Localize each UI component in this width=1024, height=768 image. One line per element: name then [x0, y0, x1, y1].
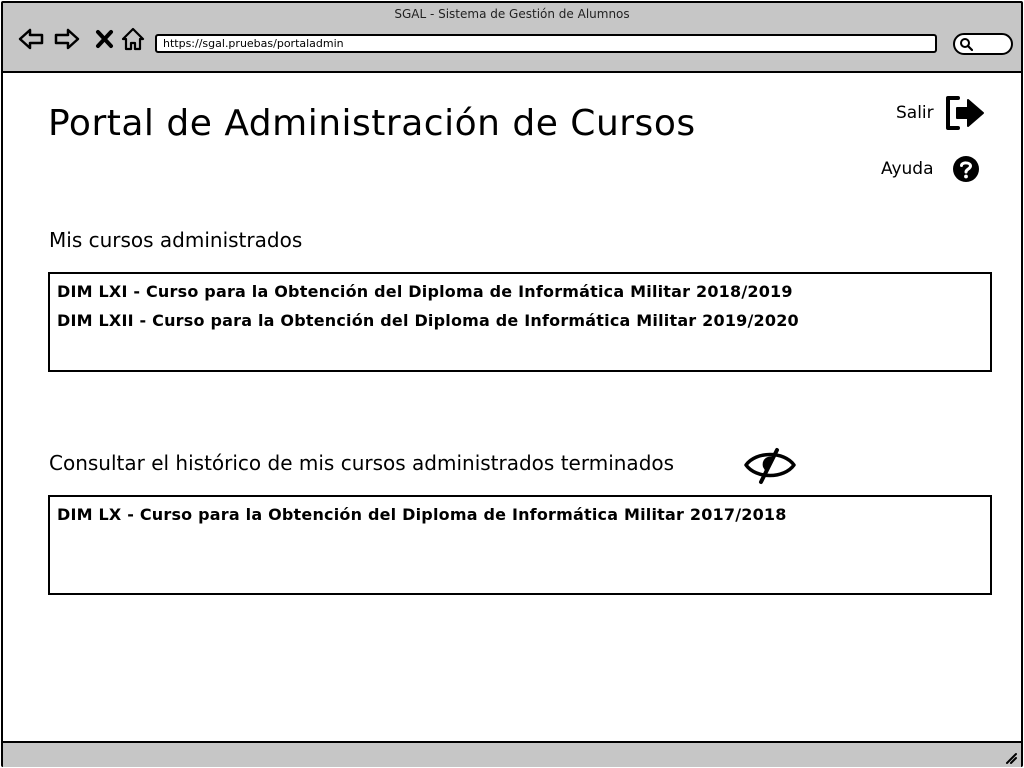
- question-circle-icon: [952, 156, 979, 182]
- forward-arrow-icon[interactable]: [53, 25, 81, 53]
- resize-grip-icon[interactable]: [1003, 750, 1017, 764]
- current-courses-heading: Mis cursos administrados: [49, 228, 303, 252]
- back-arrow-icon[interactable]: [17, 25, 45, 53]
- search-icon: [960, 38, 973, 51]
- url-bar[interactable]: https://sgal.pruebas/portaladmin: [155, 34, 937, 53]
- search-field[interactable]: [953, 33, 1013, 55]
- page-title: Portal de Administración de Cursos: [48, 103, 696, 144]
- logout-link[interactable]: Salir: [896, 95, 986, 131]
- window-title: SGAL - Sistema de Gestión de Alumnos: [394, 7, 630, 21]
- help-link[interactable]: Ayuda: [881, 155, 980, 183]
- current-courses-list: DIM LXI - Curso para la Obtención del Di…: [48, 272, 992, 372]
- browser-chrome: SGAL - Sistema de Gestión de Alumnos htt…: [3, 3, 1021, 73]
- home-icon[interactable]: [119, 25, 147, 53]
- status-bar: [3, 741, 1021, 767]
- eye-hidden-icon[interactable]: [744, 445, 796, 485]
- help-label: Ayuda: [881, 159, 934, 179]
- logout-label: Salir: [896, 103, 934, 123]
- history-courses-list: DIM LX - Curso para la Obtención del Dip…: [48, 495, 992, 595]
- list-item[interactable]: DIM LX - Curso para la Obtención del Dip…: [57, 500, 983, 529]
- list-item[interactable]: DIM LXII - Curso para la Obtención del D…: [57, 306, 983, 335]
- sign-out-icon: [945, 96, 984, 130]
- browser-window: SGAL - Sistema de Gestión de Alumnos htt…: [1, 1, 1023, 767]
- close-x-icon[interactable]: [91, 25, 119, 53]
- history-heading: Consultar el histórico de mis cursos adm…: [49, 451, 675, 475]
- list-item[interactable]: DIM LXI - Curso para la Obtención del Di…: [57, 277, 983, 306]
